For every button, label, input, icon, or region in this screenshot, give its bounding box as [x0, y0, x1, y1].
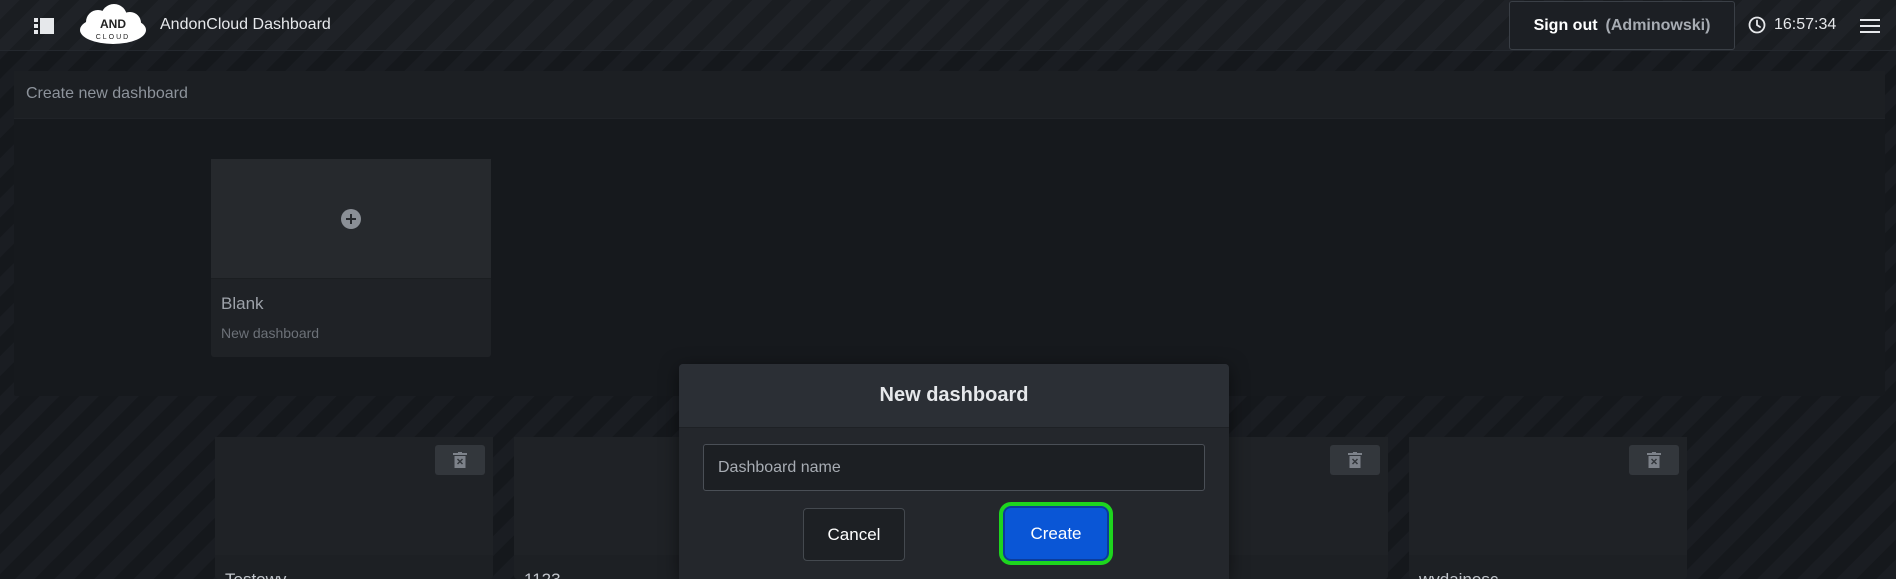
signed-in-user: (Adminowski) — [1605, 16, 1711, 34]
trash-icon — [1348, 452, 1362, 468]
logo-text-top: AND — [100, 17, 126, 31]
delete-dashboard-button[interactable] — [1629, 445, 1679, 475]
top-bar: AND CLOUD AndonCloud Dashboard Sign out … — [0, 0, 1896, 51]
dashboard-name-input[interactable] — [703, 444, 1205, 491]
trash-icon — [1647, 452, 1661, 468]
hamburger-menu-icon[interactable] — [1860, 17, 1880, 35]
sign-out-button[interactable]: Sign out (Adminowski) — [1509, 1, 1735, 50]
sign-out-label: Sign out — [1533, 16, 1598, 34]
blank-template-thumbnail — [211, 159, 491, 279]
clock-time: 16:57:34 — [1774, 16, 1837, 33]
trash-icon — [453, 452, 467, 468]
plus-circle-icon — [341, 208, 361, 229]
dashboard-name: wydajnosc — [1419, 570, 1498, 579]
template-subtitle: New dashboard — [221, 325, 320, 341]
delete-dashboard-button[interactable] — [435, 445, 485, 475]
dashboard-card[interactable]: Testowy — [215, 437, 493, 579]
create-panel-title: Create new dashboard — [14, 71, 1885, 119]
andoncloud-logo: AND CLOUD — [78, 4, 148, 46]
dashboard-name: 1123 — [524, 570, 561, 579]
clock: 16:57:34 — [1748, 16, 1836, 34]
new-dashboard-modal: New dashboard Cancel Create — [679, 364, 1229, 579]
blank-template-card[interactable]: Blank New dashboard — [211, 159, 491, 357]
dashboard-card[interactable]: wydajnosc — [1409, 437, 1687, 579]
logo-text-bottom: CLOUD — [96, 34, 131, 41]
sidebar-toggle-button[interactable] — [24, 12, 64, 40]
sidebar-icon — [34, 18, 54, 34]
dashboard-name: Testowy — [225, 570, 286, 579]
create-button[interactable]: Create — [999, 502, 1113, 565]
clock-icon — [1748, 16, 1766, 34]
app-title: AndonCloud Dashboard — [160, 16, 331, 33]
cancel-button[interactable]: Cancel — [803, 508, 905, 561]
modal-title: New dashboard — [679, 364, 1229, 428]
delete-dashboard-button[interactable] — [1330, 445, 1380, 475]
create-dashboard-panel: Create new dashboard Blank New dashboard — [14, 71, 1885, 396]
template-title: Blank — [221, 294, 264, 313]
